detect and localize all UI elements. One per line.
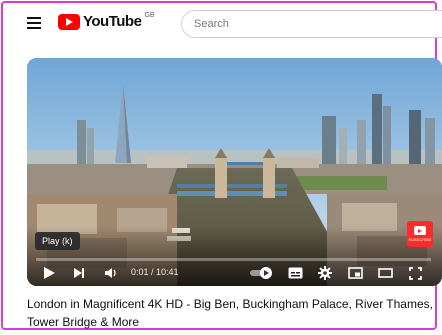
theater-mode-button[interactable] (375, 262, 395, 284)
play-button[interactable] (39, 262, 59, 284)
subtitles-icon (288, 267, 302, 279)
settings-button[interactable] (315, 262, 335, 284)
subscribe-play-icon (414, 226, 426, 235)
subscribe-watermark-button[interactable]: SUBSCRIBE (407, 221, 433, 247)
time-display: 0:01 / 10:41 (131, 267, 179, 277)
next-button[interactable] (69, 262, 89, 284)
subscribe-label: SUBSCRIBE (408, 237, 432, 242)
youtube-logo[interactable]: YouTube GB (58, 12, 155, 30)
volume-icon (105, 268, 116, 278)
youtube-play-logo-icon (58, 13, 80, 30)
volume-button[interactable] (101, 262, 121, 284)
video-player[interactable]: Play (k) SUBSCRIBE 0:01 / 10:41 (27, 58, 442, 286)
autoplay-toggle-icon (250, 267, 272, 279)
play-icon (44, 267, 55, 279)
video-title[interactable]: London in Magnificent 4K HD - Big Ben, B… (27, 295, 439, 331)
page-frame: YouTube GB Search Play (k) SUBSCRIBE 0:0… (1, 1, 442, 331)
progress-fill (35, 258, 36, 261)
subtitles-button[interactable] (285, 262, 305, 284)
play-tooltip: Play (k) (35, 232, 80, 250)
fullscreen-button[interactable] (405, 262, 425, 284)
player-controls: 0:01 / 10:41 (27, 262, 442, 284)
settings-icon (318, 266, 332, 280)
hamburger-menu-icon[interactable] (27, 17, 41, 29)
miniplayer-button[interactable] (345, 262, 365, 284)
miniplayer-icon (347, 267, 363, 279)
autoplay-toggle[interactable] (249, 262, 273, 284)
region-code: GB (144, 12, 155, 19)
fullscreen-icon (408, 266, 422, 280)
progress-bar[interactable] (35, 258, 431, 261)
next-icon (74, 268, 84, 278)
logo-wordmark: YouTube (83, 13, 142, 30)
search-input[interactable] (181, 10, 442, 38)
theater-icon (377, 268, 393, 278)
